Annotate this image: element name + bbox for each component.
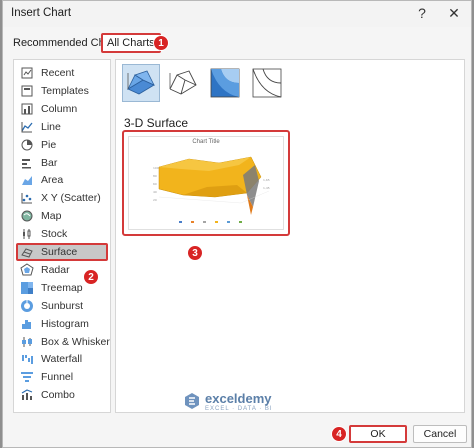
3d-surface-icon — [127, 70, 155, 95]
category-column[interactable]: Column — [18, 100, 110, 118]
ok-button[interactable]: OK — [349, 425, 407, 443]
category-label: Line — [41, 120, 61, 133]
category-funnel[interactable]: Funnel — [18, 368, 110, 386]
category-label: Radar — [41, 263, 70, 276]
title-bar: Insert Chart ? ✕ — [3, 1, 471, 27]
category-label: Map — [41, 210, 62, 223]
category-label: Funnel — [41, 371, 74, 384]
annotation-badge-4: 4 — [331, 426, 347, 442]
chart-category-list: Recent Templates Column Line Pie Bar Area X Y (… — [13, 59, 111, 413]
category-surface[interactable]: Surface — [16, 243, 108, 261]
svg-text:80: 80 — [153, 174, 157, 178]
category-combo[interactable]: Combo — [18, 386, 110, 404]
category-label: Box & Whisker — [41, 335, 110, 348]
category-waterfall[interactable]: Waterfall — [18, 350, 110, 368]
wireframe-contour-icon — [252, 68, 282, 98]
subtype-wireframe-3d-surface[interactable] — [164, 64, 202, 102]
pie-chart-icon — [20, 138, 34, 152]
bar-chart-icon — [20, 156, 34, 170]
subtype-3d-surface[interactable] — [122, 64, 160, 102]
svg-text:60: 60 — [153, 182, 157, 186]
help-button[interactable]: ? — [411, 3, 433, 23]
tab-strip: Recommended Charts All Charts 1 — [3, 31, 471, 57]
svg-text:100: 100 — [153, 166, 159, 170]
funnel-chart-icon — [20, 370, 34, 384]
area-chart-icon — [20, 173, 34, 187]
scatter-chart-icon — [20, 191, 34, 205]
contour-icon — [210, 68, 240, 98]
svg-text:20: 20 — [153, 198, 157, 202]
recent-icon — [20, 66, 34, 80]
category-label: X Y (Scatter) — [41, 192, 101, 205]
watermark-name: exceldemy — [205, 390, 272, 406]
wireframe-3d-surface-icon — [169, 70, 197, 95]
annotation-badge-1: 1 — [153, 35, 169, 51]
category-histogram[interactable]: Histogram — [18, 315, 110, 333]
category-map[interactable]: Map — [18, 207, 110, 225]
cancel-button[interactable]: Cancel — [413, 425, 467, 443]
category-label: Pie — [41, 138, 57, 151]
exceldemy-logo-icon — [185, 393, 199, 409]
svg-text:40: 40 — [153, 190, 157, 194]
category-label: Treemap — [41, 281, 83, 294]
svg-text:1,45: 1,45 — [263, 186, 270, 190]
category-scatter[interactable]: X Y (Scatter) — [18, 189, 110, 207]
waterfall-chart-icon — [20, 352, 34, 366]
category-recent[interactable]: Recent — [18, 64, 110, 82]
category-label: Sunburst — [41, 299, 84, 312]
chart-preview-canvas: Chart Title 100 80 60 40 20 1,65 1,45 — [128, 136, 284, 230]
treemap-chart-icon — [20, 281, 34, 295]
category-sunburst[interactable]: Sunburst — [18, 297, 110, 315]
sunburst-chart-icon — [20, 299, 34, 313]
annotation-badge-3: 3 — [187, 245, 203, 261]
category-label: Column — [41, 102, 78, 115]
category-pie[interactable]: Pie — [18, 136, 110, 154]
category-stock[interactable]: Stock — [18, 225, 110, 243]
category-label: Waterfall — [41, 353, 83, 366]
surface-preview-graphic: 100 80 60 40 20 1,65 1,45 — [153, 156, 270, 223]
watermark-logo: exceldemy EXCEL · DATA · BI — [183, 389, 323, 413]
category-label: Bar — [41, 156, 58, 169]
column-chart-icon — [20, 102, 34, 116]
map-chart-icon — [20, 209, 34, 223]
histogram-chart-icon — [20, 317, 34, 331]
insert-chart-dialog: Insert Chart ? ✕ Recommended Charts All … — [2, 0, 472, 448]
dialog-title: Insert Chart — [11, 7, 72, 19]
category-label: Surface — [41, 246, 78, 258]
section-title: 3-D Surface — [124, 116, 189, 130]
category-label: Recent — [41, 67, 75, 79]
annotation-badge-2: 2 — [83, 269, 99, 285]
stock-chart-icon — [20, 227, 34, 241]
category-label: Stock — [41, 228, 68, 241]
tab-all-charts[interactable]: All Charts — [101, 33, 161, 53]
subtype-contour[interactable] — [206, 64, 244, 102]
category-label: Area — [41, 174, 64, 187]
templates-icon — [20, 84, 34, 98]
watermark-tagline: EXCEL · DATA · BI — [205, 405, 273, 412]
category-box-whisker[interactable]: Box & Whisker — [18, 333, 110, 351]
category-templates[interactable]: Templates — [18, 82, 110, 100]
category-bar[interactable]: Bar — [18, 154, 110, 172]
close-button[interactable]: ✕ — [443, 3, 465, 23]
svg-text:1,65: 1,65 — [263, 178, 270, 182]
chart-subtype-pane: 3-D Surface Chart Title 10080 6040 20 — [115, 59, 465, 413]
category-line[interactable]: Line — [18, 118, 110, 136]
line-chart-icon — [20, 120, 34, 134]
combo-chart-icon — [20, 388, 34, 402]
chart-preview[interactable]: Chart Title 100 80 60 40 20 1,65 1,45 — [122, 130, 290, 236]
subtype-wireframe-contour[interactable] — [248, 64, 286, 102]
surface-chart-icon — [20, 245, 34, 259]
category-label: Histogram — [41, 317, 89, 330]
box-whisker-chart-icon — [20, 335, 34, 349]
category-label: Combo — [41, 389, 75, 402]
radar-chart-icon — [20, 263, 34, 277]
category-area[interactable]: Area — [18, 171, 110, 189]
category-label: Templates — [41, 84, 89, 97]
